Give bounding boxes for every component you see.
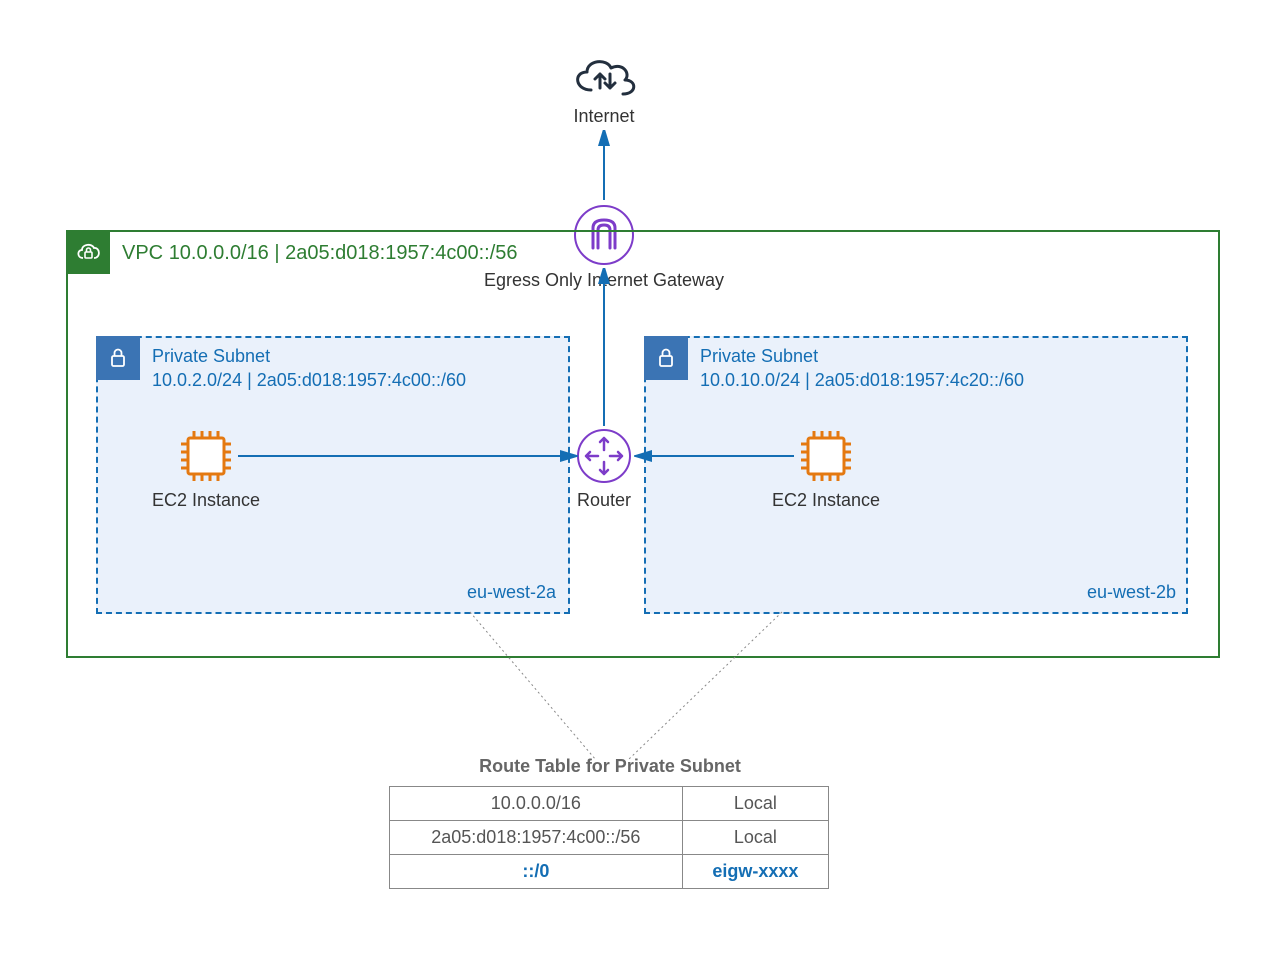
- subnet-b-cidr-v4: 10.0.10.0/24: [700, 370, 800, 390]
- router-icon: [576, 428, 632, 484]
- subnet-b-title: Private Subnet: [700, 346, 818, 367]
- subnet-a-sep: |: [242, 370, 257, 390]
- subnet-b-sep: |: [800, 370, 815, 390]
- route-target: eigw-xxxx: [682, 855, 828, 889]
- subnet-b-badge: [644, 336, 688, 380]
- ec2-b-icon: [798, 428, 854, 484]
- arrow-eigw-to-internet: [596, 130, 612, 202]
- internet-label: Internet: [556, 106, 652, 127]
- vpc-badge: [66, 230, 110, 274]
- subnet-b-cidr-v6: 2a05:d018:1957:4c20::/60: [815, 370, 1024, 390]
- route-table-title: Route Table for Private Subnet: [400, 756, 820, 777]
- route-dest: ::/0: [390, 855, 683, 889]
- ec2-a-icon: [178, 428, 234, 484]
- route-target: Local: [682, 787, 828, 821]
- diagram-canvas: Internet Egress Only Internet Gateway VP…: [0, 0, 1282, 976]
- arrow-ec2b-to-router: [634, 448, 796, 464]
- subnet-a-cidr: 10.0.2.0/24 | 2a05:d018:1957:4c00::/60: [152, 370, 466, 391]
- cloud-lock-icon: [74, 238, 102, 266]
- arrow-ec2a-to-router: [238, 448, 578, 464]
- subnet-b-az: eu-west-2b: [1006, 582, 1176, 603]
- lock-icon: [107, 347, 129, 369]
- internet-icon: [569, 54, 639, 100]
- subnet-a-title: Private Subnet: [152, 346, 270, 367]
- router-label: Router: [568, 490, 640, 511]
- subnet-a-cidr-v6: 2a05:d018:1957:4c00::/60: [257, 370, 466, 390]
- vpc-cidr-v6: 2a05:d018:1957:4c00::/56: [285, 242, 517, 264]
- table-row: 10.0.0.0/16 Local: [390, 787, 829, 821]
- lock-icon: [655, 347, 677, 369]
- route-table: 10.0.0.0/16 Local 2a05:d018:1957:4c00::/…: [389, 786, 829, 889]
- ec2-a-label: EC2 Instance: [146, 490, 266, 511]
- vpc-cidr-v4: 10.0.0.0/16: [169, 242, 269, 264]
- subnet-a-cidr-v4: 10.0.2.0/24: [152, 370, 242, 390]
- table-row: ::/0 eigw-xxxx: [390, 855, 829, 889]
- subnet-a-az: eu-west-2a: [386, 582, 556, 603]
- table-row: 2a05:d018:1957:4c00::/56 Local: [390, 821, 829, 855]
- ec2-b-label: EC2 Instance: [766, 490, 886, 511]
- subnet-a-badge: [96, 336, 140, 380]
- vpc-label-prefix: VPC: [122, 242, 169, 264]
- subnet-b-cidr: 10.0.10.0/24 | 2a05:d018:1957:4c20::/60: [700, 370, 1024, 391]
- vpc-sep: |: [269, 242, 285, 264]
- arrow-router-to-eigw: [596, 268, 612, 428]
- route-target: Local: [682, 821, 828, 855]
- route-dest: 2a05:d018:1957:4c00::/56: [390, 821, 683, 855]
- route-dest: 10.0.0.0/16: [390, 787, 683, 821]
- vpc-label: VPC 10.0.0.0/16 | 2a05:d018:1957:4c00::/…: [122, 242, 518, 265]
